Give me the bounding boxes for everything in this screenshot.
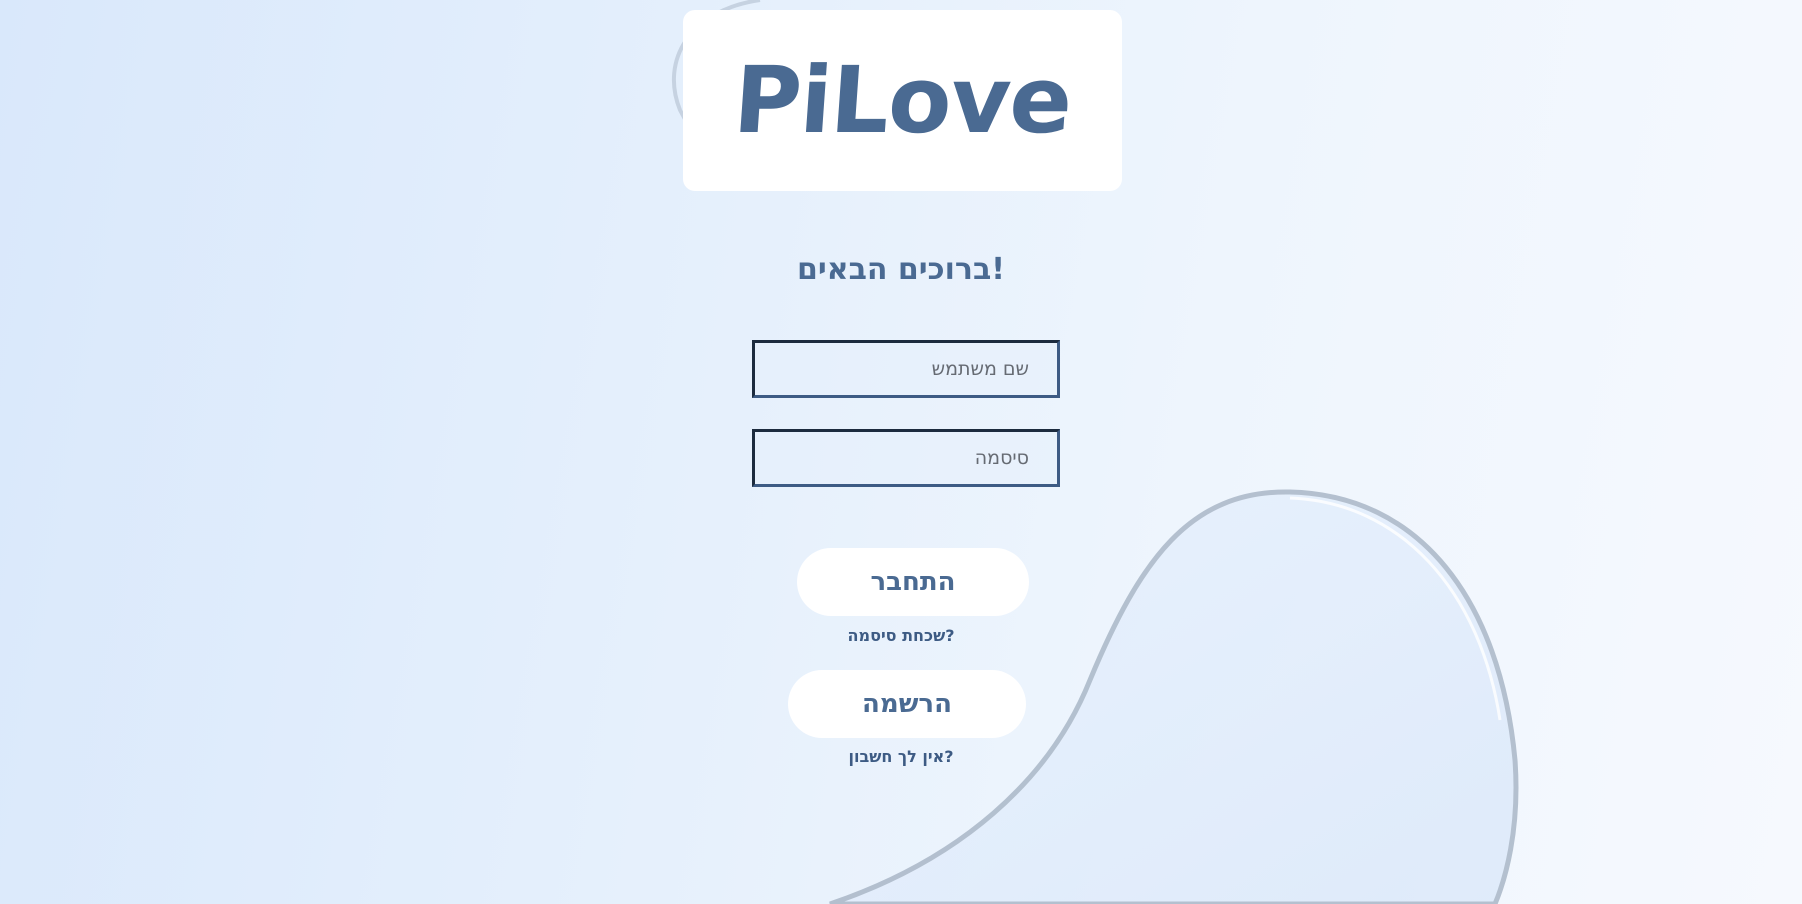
app-logo: PiLove [730,46,1075,154]
forgot-password-link[interactable]: שכחת סיסמה? [0,626,1802,645]
login-button[interactable]: התחבר [797,548,1029,616]
username-input[interactable] [752,340,1060,398]
welcome-title: ברוכים הבאים! [797,252,1005,287]
register-button[interactable]: הרשמה [788,670,1026,738]
password-input[interactable] [752,429,1060,487]
no-account-link[interactable]: אין לך חשבון? [0,747,1802,766]
logo-card: PiLove [683,10,1122,191]
